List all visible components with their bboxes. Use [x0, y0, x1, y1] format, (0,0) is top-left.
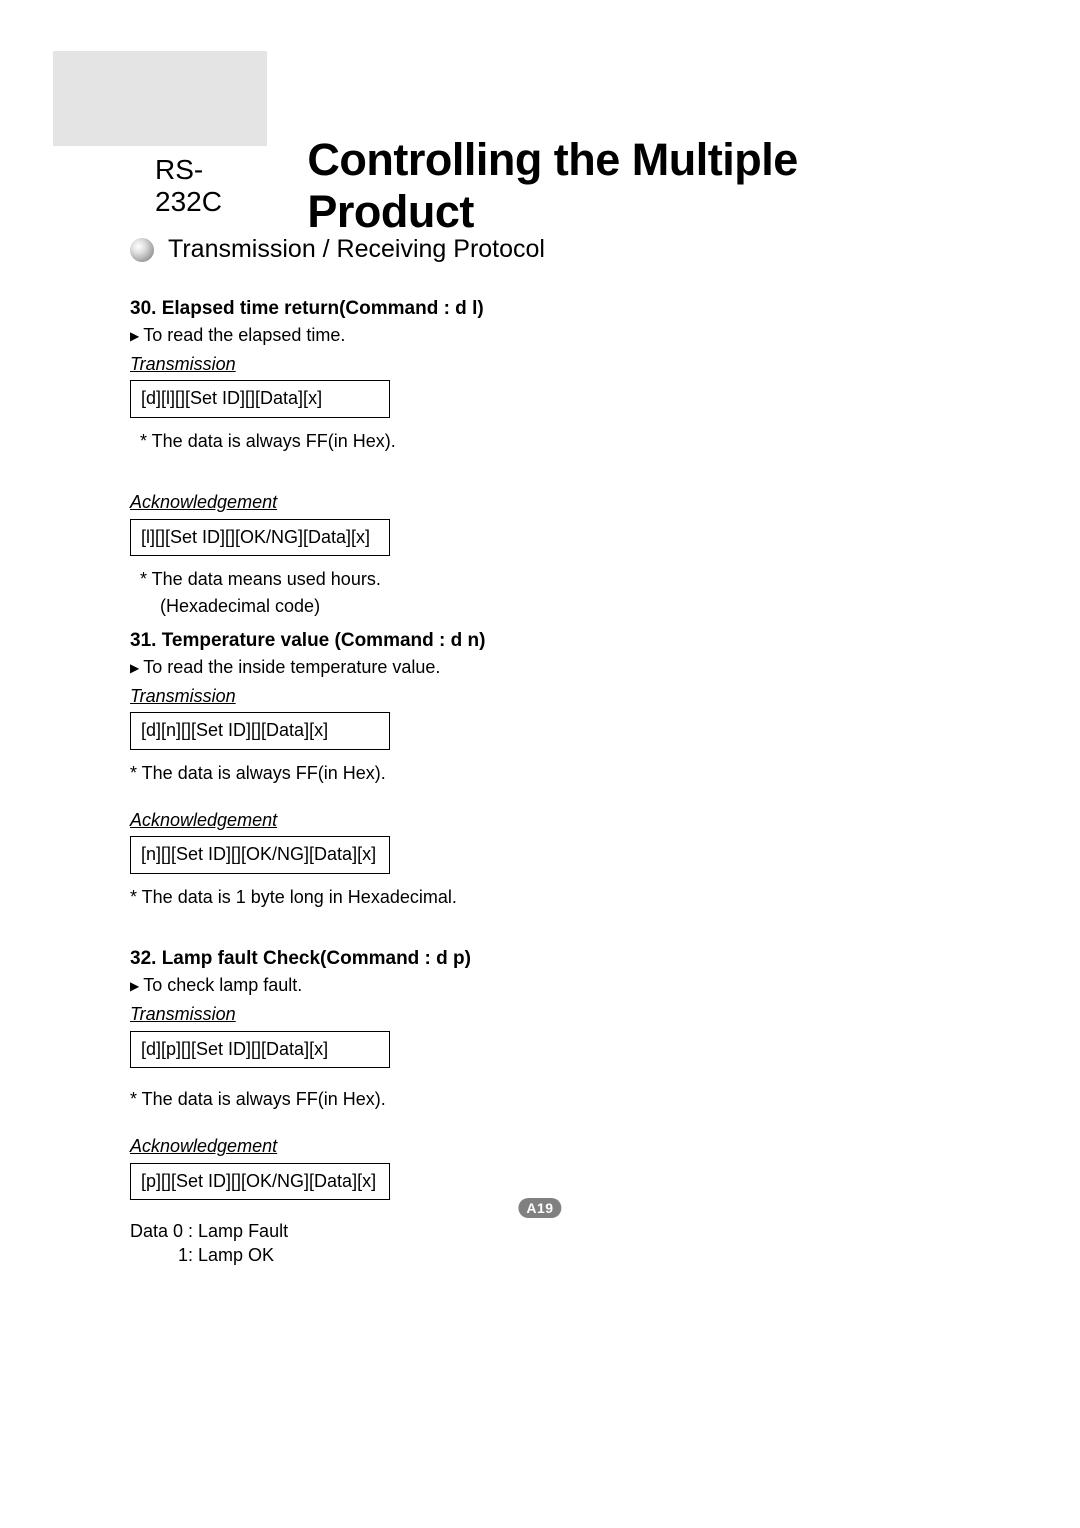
cmd30-ack-code: [l][][Set ID][][OK/NG][Data][x]: [130, 519, 390, 556]
cmd30-ack-label: Acknowledgement: [130, 491, 920, 514]
page-number-badge: A19: [518, 1198, 561, 1218]
section-header: Transmission / Receiving Protocol: [130, 235, 545, 264]
content-body: 30. Elapsed time return(Command : d l) T…: [130, 295, 920, 1267]
cmd30-title: 30. Elapsed time return(Command : d l): [130, 297, 920, 322]
cmd32-data-block: Data 0 : Lamp Fault 1: Lamp OK: [130, 1220, 920, 1267]
cmd31-ack-label: Acknowledgement: [130, 809, 920, 832]
cmd31-title: 31. Temperature value (Command : d n): [130, 629, 920, 654]
cmd30-transmission-label: Transmission: [130, 353, 920, 376]
cmd32-ack-label: Acknowledgement: [130, 1135, 920, 1158]
cmd30-desc: To read the elapsed time.: [130, 324, 920, 347]
cmd30-ack-note2: (Hexadecimal code): [160, 595, 920, 618]
bullet-icon: [130, 238, 154, 262]
cmd32-desc-text: To check lamp fault.: [143, 975, 302, 995]
cmd31-desc: To read the inside temperature value.: [130, 656, 920, 679]
cmd32-data-line1: Data 0 : Lamp Fault: [130, 1220, 920, 1243]
cmd31-transmission-note: * The data is always FF(in Hex).: [130, 762, 920, 785]
cmd32-transmission-code: [d][p][][Set ID][][Data][x]: [130, 1031, 390, 1068]
cmd30-transmission-note: * The data is always FF(in Hex).: [140, 430, 920, 453]
cmd31-transmission-label: Transmission: [130, 685, 920, 708]
header-title: Controlling the Multiple Product: [307, 134, 960, 238]
page-header: RS-232C Controlling the Multiple Product: [130, 146, 960, 226]
cmd31-ack-note: * The data is 1 byte long in Hexadecimal…: [130, 886, 920, 909]
cmd31-transmission-code: [d][n][][Set ID][][Data][x]: [130, 712, 390, 749]
section-title: Transmission / Receiving Protocol: [168, 235, 545, 264]
cmd31-ack-code: [n][][Set ID][][OK/NG][Data][x]: [130, 836, 390, 873]
header-sidebar-block: [53, 51, 267, 146]
cmd32-data-line2: 1: Lamp OK: [178, 1244, 920, 1267]
cmd32-desc: To check lamp fault.: [130, 974, 920, 997]
page-number: A19: [518, 1198, 561, 1218]
cmd30-desc-text: To read the elapsed time.: [143, 325, 345, 345]
cmd32-ack-code: [p][][Set ID][][OK/NG][Data][x]: [130, 1163, 390, 1200]
cmd32-transmission-note: * The data is always FF(in Hex).: [130, 1088, 920, 1111]
cmd30-transmission-code: [d][l][][Set ID][][Data][x]: [130, 380, 390, 417]
cmd31-desc-text: To read the inside temperature value.: [143, 657, 440, 677]
cmd32-transmission-label: Transmission: [130, 1003, 920, 1026]
cmd32-title: 32. Lamp fault Check(Command : d p): [130, 947, 920, 972]
header-prefix: RS-232C: [155, 154, 267, 218]
cmd30-ack-note1: * The data means used hours.: [140, 568, 920, 591]
